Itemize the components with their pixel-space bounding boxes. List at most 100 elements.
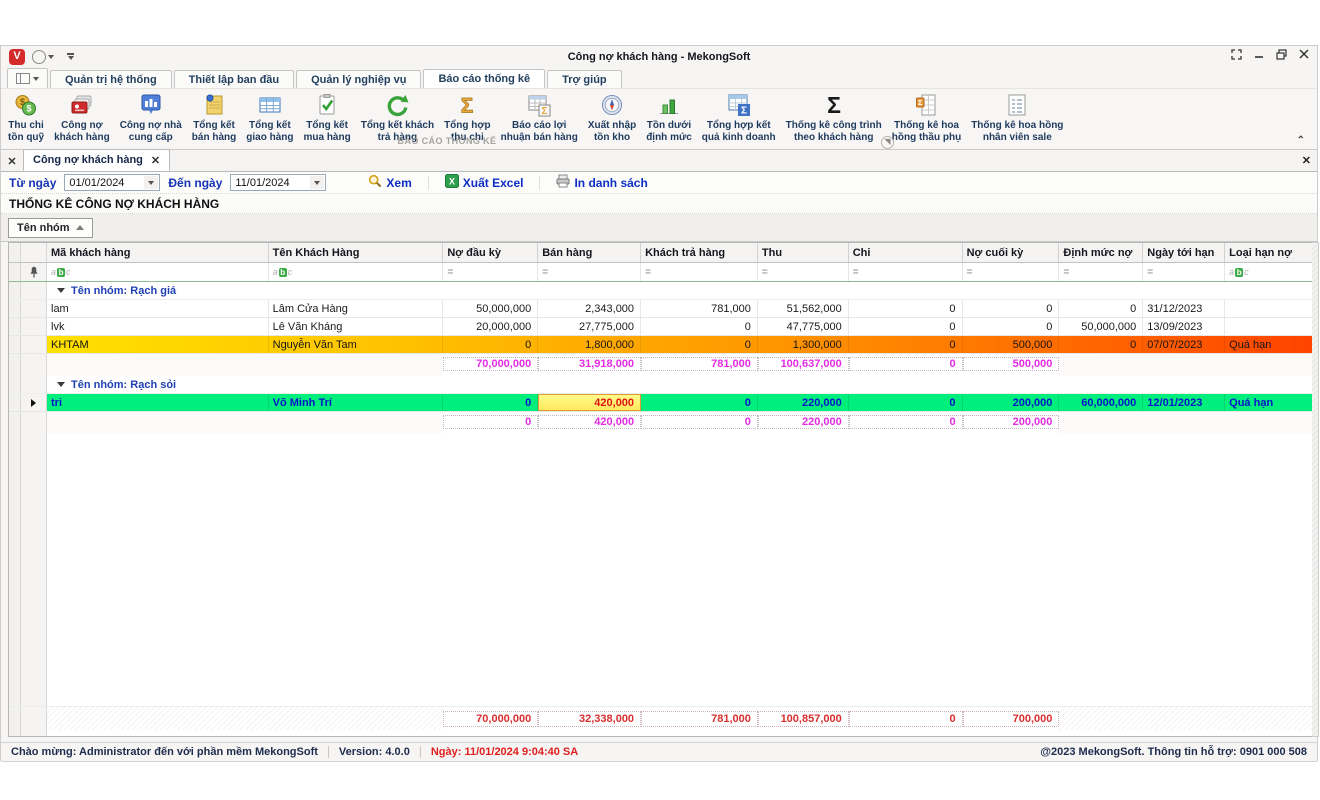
cell-ten[interactable]: Lê Văn Kháng [269, 318, 444, 335]
cell-no_dau_ky[interactable]: 0 [443, 394, 539, 411]
column-header-thu[interactable]: Thu [757, 243, 849, 262]
to-date-input[interactable]: 11/01/2024 [230, 174, 327, 191]
ribbon-tab-thiết-lập-ban-đầu[interactable]: Thiết lập ban đầu [173, 70, 295, 89]
cell-khach_tra_hang[interactable]: 781,000 [641, 300, 758, 317]
cell-ma[interactable]: KHTAM [47, 336, 269, 353]
cell-ma[interactable]: tri [47, 394, 269, 411]
cell-no_dau_ky[interactable]: 20,000,000 [443, 318, 539, 335]
cell-ngay_toi_han[interactable]: 12/01/2023 [1143, 394, 1226, 411]
minimize-icon[interactable] [1254, 49, 1264, 60]
cell-ban_hang[interactable]: 420,000 [538, 394, 642, 411]
close-icon[interactable] [1299, 49, 1309, 60]
cell-chi[interactable]: 0 [849, 318, 963, 335]
collapse-icon[interactable] [57, 382, 65, 387]
cell-ma[interactable]: lam [47, 300, 269, 317]
cell-dinh_muc_no[interactable]: 50,000,000 [1059, 318, 1144, 335]
column-header-ma[interactable]: Mã khách hàng [47, 243, 269, 262]
close-tab-icon[interactable]: ✕ [151, 154, 160, 167]
cell-ngay_toi_han[interactable]: 13/09/2023 [1143, 318, 1226, 335]
filter-cell-thu[interactable]: = [757, 263, 849, 281]
filter-cell-loai_han_no[interactable]: abc [1225, 263, 1319, 281]
group-header[interactable]: Tên nhóm: Rạch giá [47, 282, 1318, 299]
cell-no_cuoi_ky[interactable]: 0 [963, 318, 1060, 335]
cell-loai_han_no[interactable] [1225, 300, 1319, 317]
from-date-input[interactable]: 01/01/2024 [64, 174, 161, 191]
export-excel-button[interactable]: X Xuất Excel [437, 174, 532, 191]
table-row[interactable]: tri Võ Minh Trí 0 420,000 0 220,000 0 200,000 60… [9, 394, 1319, 412]
cell-loai_han_no[interactable]: Quá hạn [1225, 394, 1319, 411]
filter-cell-ban_hang[interactable]: = [538, 263, 642, 281]
print-list-button[interactable]: In danh sách [548, 174, 655, 191]
column-header-ten[interactable]: Tên Khách Hàng [268, 243, 444, 262]
table-row[interactable]: lvk Lê Văn Kháng 20,000,000 27,775,000 0 47,7… [9, 318, 1319, 336]
column-header-ban_hang[interactable]: Bán hàng [538, 243, 642, 262]
cell-no_cuoi_ky[interactable]: 0 [963, 300, 1060, 317]
ribbon-group-launcher-icon[interactable]: ◥ [881, 136, 894, 149]
cell-dinh_muc_no[interactable]: 0 [1059, 300, 1144, 317]
filter-cell-ten[interactable]: abc [268, 263, 444, 281]
collapse-icon[interactable] [57, 288, 65, 293]
table-row[interactable]: KHTAM Nguyễn Văn Tam 0 1,800,000 0 1,300,000 0… [9, 336, 1319, 354]
cell-thu[interactable]: 1,300,000 [758, 336, 849, 353]
view-button[interactable]: Xem [360, 174, 419, 191]
ribbon-tab-báo-cáo-thống-kê[interactable]: Báo cáo thống kê [423, 69, 546, 89]
column-header-khach_tra_hang[interactable]: Khách trả hàng [641, 243, 758, 262]
cell-khach_tra_hang[interactable]: 0 [641, 318, 758, 335]
cell-no_cuoi_ky[interactable]: 200,000 [963, 394, 1060, 411]
cell-ma[interactable]: lvk [47, 318, 269, 335]
column-header-no_dau_ky[interactable]: Nợ đầu kỳ [443, 243, 539, 262]
ribbon-tab-trợ-giúp[interactable]: Trợ giúp [547, 70, 622, 89]
group-by-button[interactable]: Tên nhóm [8, 217, 93, 238]
cell-no_cuoi_ky[interactable]: 500,000 [963, 336, 1060, 353]
column-header-no_cuoi_ky[interactable]: Nợ cuối kỳ [962, 243, 1060, 262]
cell-no_dau_ky[interactable]: 0 [443, 336, 539, 353]
cell-chi[interactable]: 0 [849, 394, 963, 411]
cell-chi[interactable]: 0 [849, 300, 963, 317]
fullscreen-icon[interactable] [1231, 49, 1242, 60]
cell-ten[interactable]: Nguyễn Văn Tam [269, 336, 444, 353]
cell-khach_tra_hang[interactable]: 0 [641, 336, 758, 353]
cell-loai_han_no[interactable]: Quá hạn [1225, 336, 1319, 353]
cell-ten[interactable]: Lâm Cửa Hàng [269, 300, 444, 317]
ribbon-app-button[interactable] [7, 68, 48, 89]
cell-ban_hang[interactable]: 1,800,000 [538, 336, 642, 353]
column-header-dinh_muc_no[interactable]: Định mức nợ [1059, 243, 1144, 262]
cell-thu[interactable]: 51,562,000 [758, 300, 849, 317]
cell-ban_hang[interactable]: 27,775,000 [538, 318, 642, 335]
cell-dinh_muc_no[interactable]: 60,000,000 [1059, 394, 1144, 411]
cell-chi[interactable]: 0 [849, 336, 963, 353]
chevron-down-icon[interactable] [310, 176, 325, 189]
ribbon-tab-quản-trị-hệ-thống[interactable]: Quản trị hệ thống [50, 70, 172, 89]
filter-cell-chi[interactable]: = [848, 263, 963, 281]
cell-thu[interactable]: 220,000 [758, 394, 849, 411]
column-header-chi[interactable]: Chi [848, 243, 963, 262]
group-row[interactable]: Tên nhóm: Rạch sỏi [9, 376, 1318, 394]
cell-dinh_muc_no[interactable]: 0 [1059, 336, 1144, 353]
chevron-down-icon[interactable] [144, 176, 159, 189]
cell-loai_han_no[interactable] [1225, 318, 1319, 335]
cell-ban_hang[interactable]: 2,343,000 [538, 300, 642, 317]
ribbon-item-subcontractor-commission[interactable]: Σ Thống kê hoa hồng thầu phụ [887, 90, 966, 143]
column-header-loai_han_no[interactable]: Loại hạn nợ [1225, 243, 1319, 262]
filter-cell-khach_tra_hang[interactable]: = [641, 263, 758, 281]
tab-cong-no-khach-hang[interactable]: Công nợ khách hàng ✕ [23, 149, 171, 171]
cell-ngay_toi_han[interactable]: 31/12/2023 [1143, 300, 1226, 317]
ribbon-item-sale-commission[interactable]: Thống kê hoa hồng nhân viên sale [966, 90, 1068, 143]
group-row[interactable]: Tên nhóm: Rạch giá [9, 282, 1318, 300]
restore-icon[interactable] [1276, 49, 1287, 60]
filter-cell-dinh_muc_no[interactable]: = [1059, 263, 1144, 281]
close-document-icon[interactable]: ✕ [1302, 154, 1311, 167]
cell-khach_tra_hang[interactable]: 0 [641, 394, 758, 411]
close-all-tabs-icon[interactable]: ✕ [1, 151, 23, 171]
cell-thu[interactable]: 47,775,000 [758, 318, 849, 335]
ribbon-tab-quản-lý-nghiệp-vụ[interactable]: Quản lý nghiệp vụ [296, 70, 422, 89]
cell-ngay_toi_han[interactable]: 07/07/2023 [1143, 336, 1226, 353]
cell-no_dau_ky[interactable]: 50,000,000 [443, 300, 539, 317]
filter-cell-no_cuoi_ky[interactable]: = [962, 263, 1060, 281]
filter-cell-ma[interactable]: abc [47, 263, 269, 281]
filter-cell-no_dau_ky[interactable]: = [443, 263, 539, 281]
table-row[interactable]: lam Lâm Cửa Hàng 50,000,000 2,343,000 781,00… [9, 300, 1319, 318]
group-header[interactable]: Tên nhóm: Rạch sỏi [47, 376, 1318, 393]
filter-cell-ngay_toi_han[interactable]: = [1143, 263, 1226, 281]
cell-ten[interactable]: Võ Minh Trí [269, 394, 444, 411]
